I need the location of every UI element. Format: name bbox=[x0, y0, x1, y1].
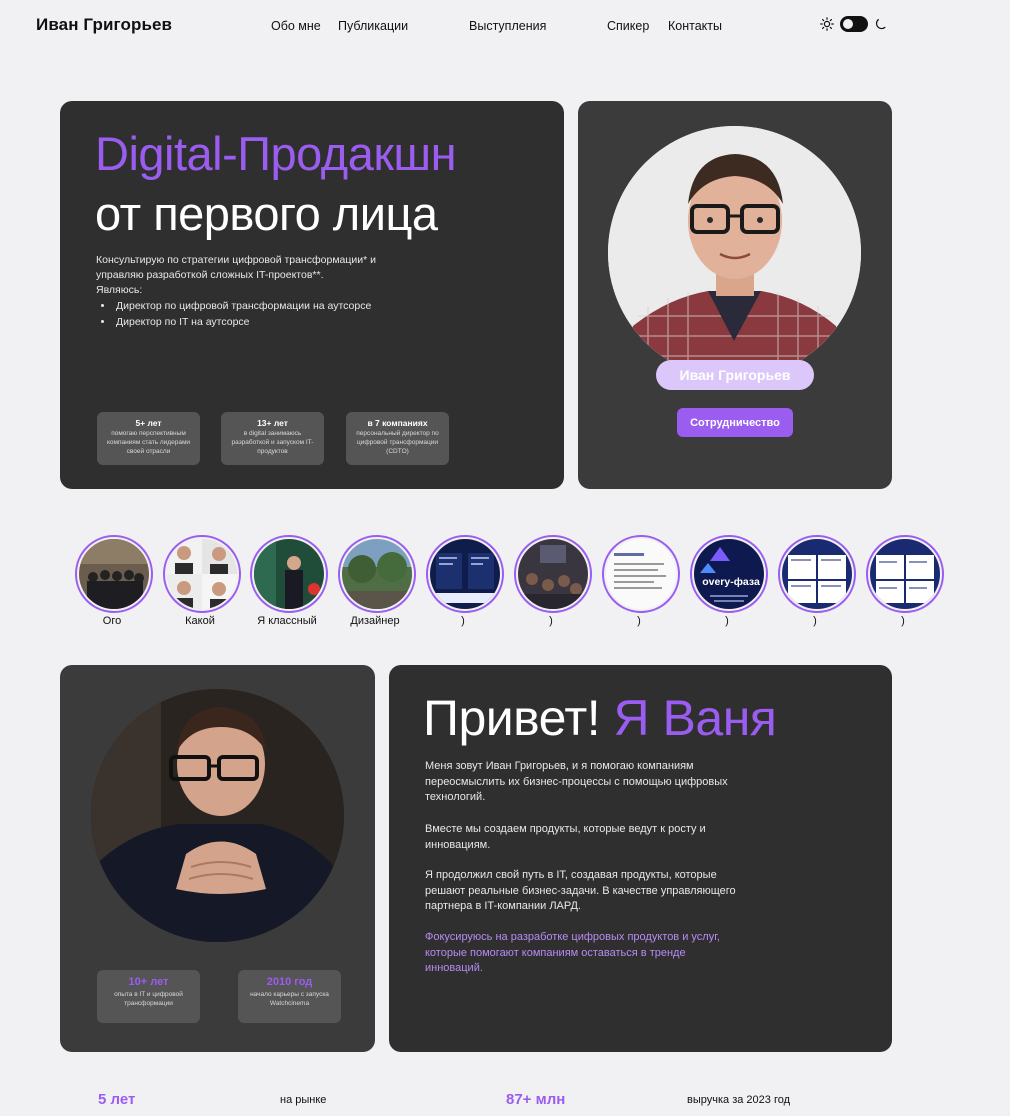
story-item[interactable] bbox=[778, 535, 856, 613]
nav-contacts[interactable]: Контакты bbox=[668, 19, 722, 33]
story-overlay-text: overy-фаза bbox=[702, 576, 760, 588]
story-avatar[interactable] bbox=[75, 535, 153, 613]
stat-desc: начало карьеры с запуска Watchcinema bbox=[250, 991, 329, 1007]
story-avatar[interactable] bbox=[866, 535, 944, 613]
hero-stat-card: 13+ лет в digital занимаюсь разработкой … bbox=[221, 412, 324, 465]
bottom-stat-label: выручка за 2023 год bbox=[687, 1094, 791, 1106]
nav-publications[interactable]: Публикации bbox=[338, 19, 408, 33]
story-item[interactable] bbox=[75, 535, 153, 613]
story-label: ) bbox=[549, 615, 553, 627]
story-image bbox=[518, 539, 588, 609]
story-avatar[interactable] bbox=[163, 535, 241, 613]
bottom-stat-label: на рынке bbox=[280, 1094, 327, 1106]
hero-role-label: Являюсь: bbox=[96, 284, 143, 297]
story-item[interactable] bbox=[602, 535, 680, 613]
story-image bbox=[606, 539, 676, 609]
about-photo bbox=[91, 689, 344, 942]
hero-title-accent: Digital-Продакшн bbox=[95, 127, 457, 180]
story-item[interactable] bbox=[514, 535, 592, 613]
stat-desc: в digital занимаюсь разработкой и запуск… bbox=[231, 430, 314, 455]
about-paragraph: Я продолжил свой путь в IT, создавая про… bbox=[425, 869, 736, 913]
hero-intro: Консультирую по стратегии цифровой транс… bbox=[96, 253, 406, 299]
nav-about[interactable]: Обо мне bbox=[271, 19, 321, 33]
story-image bbox=[254, 539, 324, 609]
stat-title: 5+ лет bbox=[135, 418, 162, 428]
story-image bbox=[167, 539, 237, 609]
story-item[interactable] bbox=[163, 535, 241, 613]
hero-title: от первого лица bbox=[95, 187, 438, 240]
stat-desc: помогаю перспективным компаниям стать ли… bbox=[106, 430, 191, 455]
story-item[interactable] bbox=[426, 535, 504, 613]
hero-role-item: Директор по IT на аутсорсе bbox=[114, 314, 371, 330]
story-avatar[interactable] bbox=[426, 535, 504, 613]
story-avatar[interactable]: overy-фаза bbox=[690, 535, 768, 613]
story-label: ) bbox=[901, 615, 905, 627]
profile-name-badge: Иван Григорьев bbox=[656, 360, 814, 390]
hero-stat-card: 5+ лет помогаю перспективным компаниям с… bbox=[97, 412, 200, 465]
nav-speaker[interactable]: Спикер bbox=[607, 19, 649, 33]
about-paragraph: Меня зовут Иван Григорьев, и я помогаю к… bbox=[425, 760, 728, 804]
sun-icon bbox=[820, 17, 834, 31]
stat-title: 13+ лет bbox=[257, 418, 288, 428]
bottom-stat-number: 5 лет bbox=[98, 1091, 136, 1108]
story-item[interactable] bbox=[338, 535, 416, 613]
story-label: ) bbox=[637, 615, 641, 627]
stat-title: в 7 компаниях bbox=[367, 418, 428, 428]
about-paragraph-highlight: Фокусируюсь на разработке цифровых проду… bbox=[425, 931, 720, 975]
story-label: Дизайнер bbox=[350, 615, 400, 627]
story-label: Ого bbox=[102, 615, 122, 627]
story-label: ) bbox=[813, 615, 817, 627]
story-image: overy-фаза bbox=[694, 539, 764, 609]
story-avatar[interactable] bbox=[778, 535, 856, 613]
stat-title: 2010 год bbox=[266, 976, 313, 988]
story-image bbox=[430, 539, 500, 609]
profile-photo bbox=[608, 126, 861, 379]
story-avatar[interactable] bbox=[602, 535, 680, 613]
hero-stat-card: в 7 компаниях персональный директор по ц… bbox=[346, 412, 449, 465]
bottom-stat-number: 87+ млн bbox=[506, 1091, 566, 1108]
hero-roles: Директор по цифровой трансформации на ау… bbox=[96, 298, 371, 331]
story-image bbox=[870, 539, 940, 609]
story-avatar[interactable] bbox=[250, 535, 328, 613]
stat-desc: персональный директор по цифровой трансф… bbox=[356, 430, 439, 455]
story-label: Какой bbox=[185, 615, 215, 627]
hero-role-item: Директор по цифровой трансформации на ау… bbox=[114, 298, 371, 314]
story-avatar[interactable] bbox=[514, 535, 592, 613]
cooperation-button[interactable]: Сотрудничество bbox=[677, 408, 793, 437]
about-greeting: Привет! Я Ваня bbox=[423, 690, 777, 746]
story-image bbox=[79, 539, 149, 609]
story-image bbox=[342, 539, 412, 609]
stat-title: 10+ лет bbox=[128, 976, 169, 988]
about-paragraph: Вместе мы создаем продукты, которые веду… bbox=[425, 823, 706, 851]
greeting-text: Привет! bbox=[423, 690, 601, 746]
nav-talks[interactable]: Выступления bbox=[469, 19, 546, 33]
story-item[interactable] bbox=[250, 535, 328, 613]
hero-intro-text: Консультирую по стратегии цифровой транс… bbox=[96, 254, 377, 282]
theme-switcher bbox=[820, 16, 888, 32]
moon-icon bbox=[876, 19, 886, 30]
greeting-accent: Я Ваня bbox=[613, 690, 777, 746]
stat-desc: опыта в IT и цифровой трансформации bbox=[114, 991, 183, 1007]
story-item[interactable]: overy-фаза bbox=[690, 535, 768, 613]
theme-toggle[interactable] bbox=[840, 16, 868, 32]
brand-name[interactable]: Иван Григорьев bbox=[36, 15, 172, 35]
story-label: ) bbox=[461, 615, 465, 627]
story-label: Я классный bbox=[257, 615, 317, 627]
about-stat-card: 2010 год начало карьеры с запуска Watchc… bbox=[238, 970, 341, 1023]
story-avatar[interactable] bbox=[338, 535, 416, 613]
about-stat-card: 10+ лет опыта в IT и цифровой трансформа… bbox=[97, 970, 200, 1023]
story-item[interactable] bbox=[866, 535, 944, 613]
story-image bbox=[782, 539, 852, 609]
story-label: ) bbox=[725, 615, 729, 627]
